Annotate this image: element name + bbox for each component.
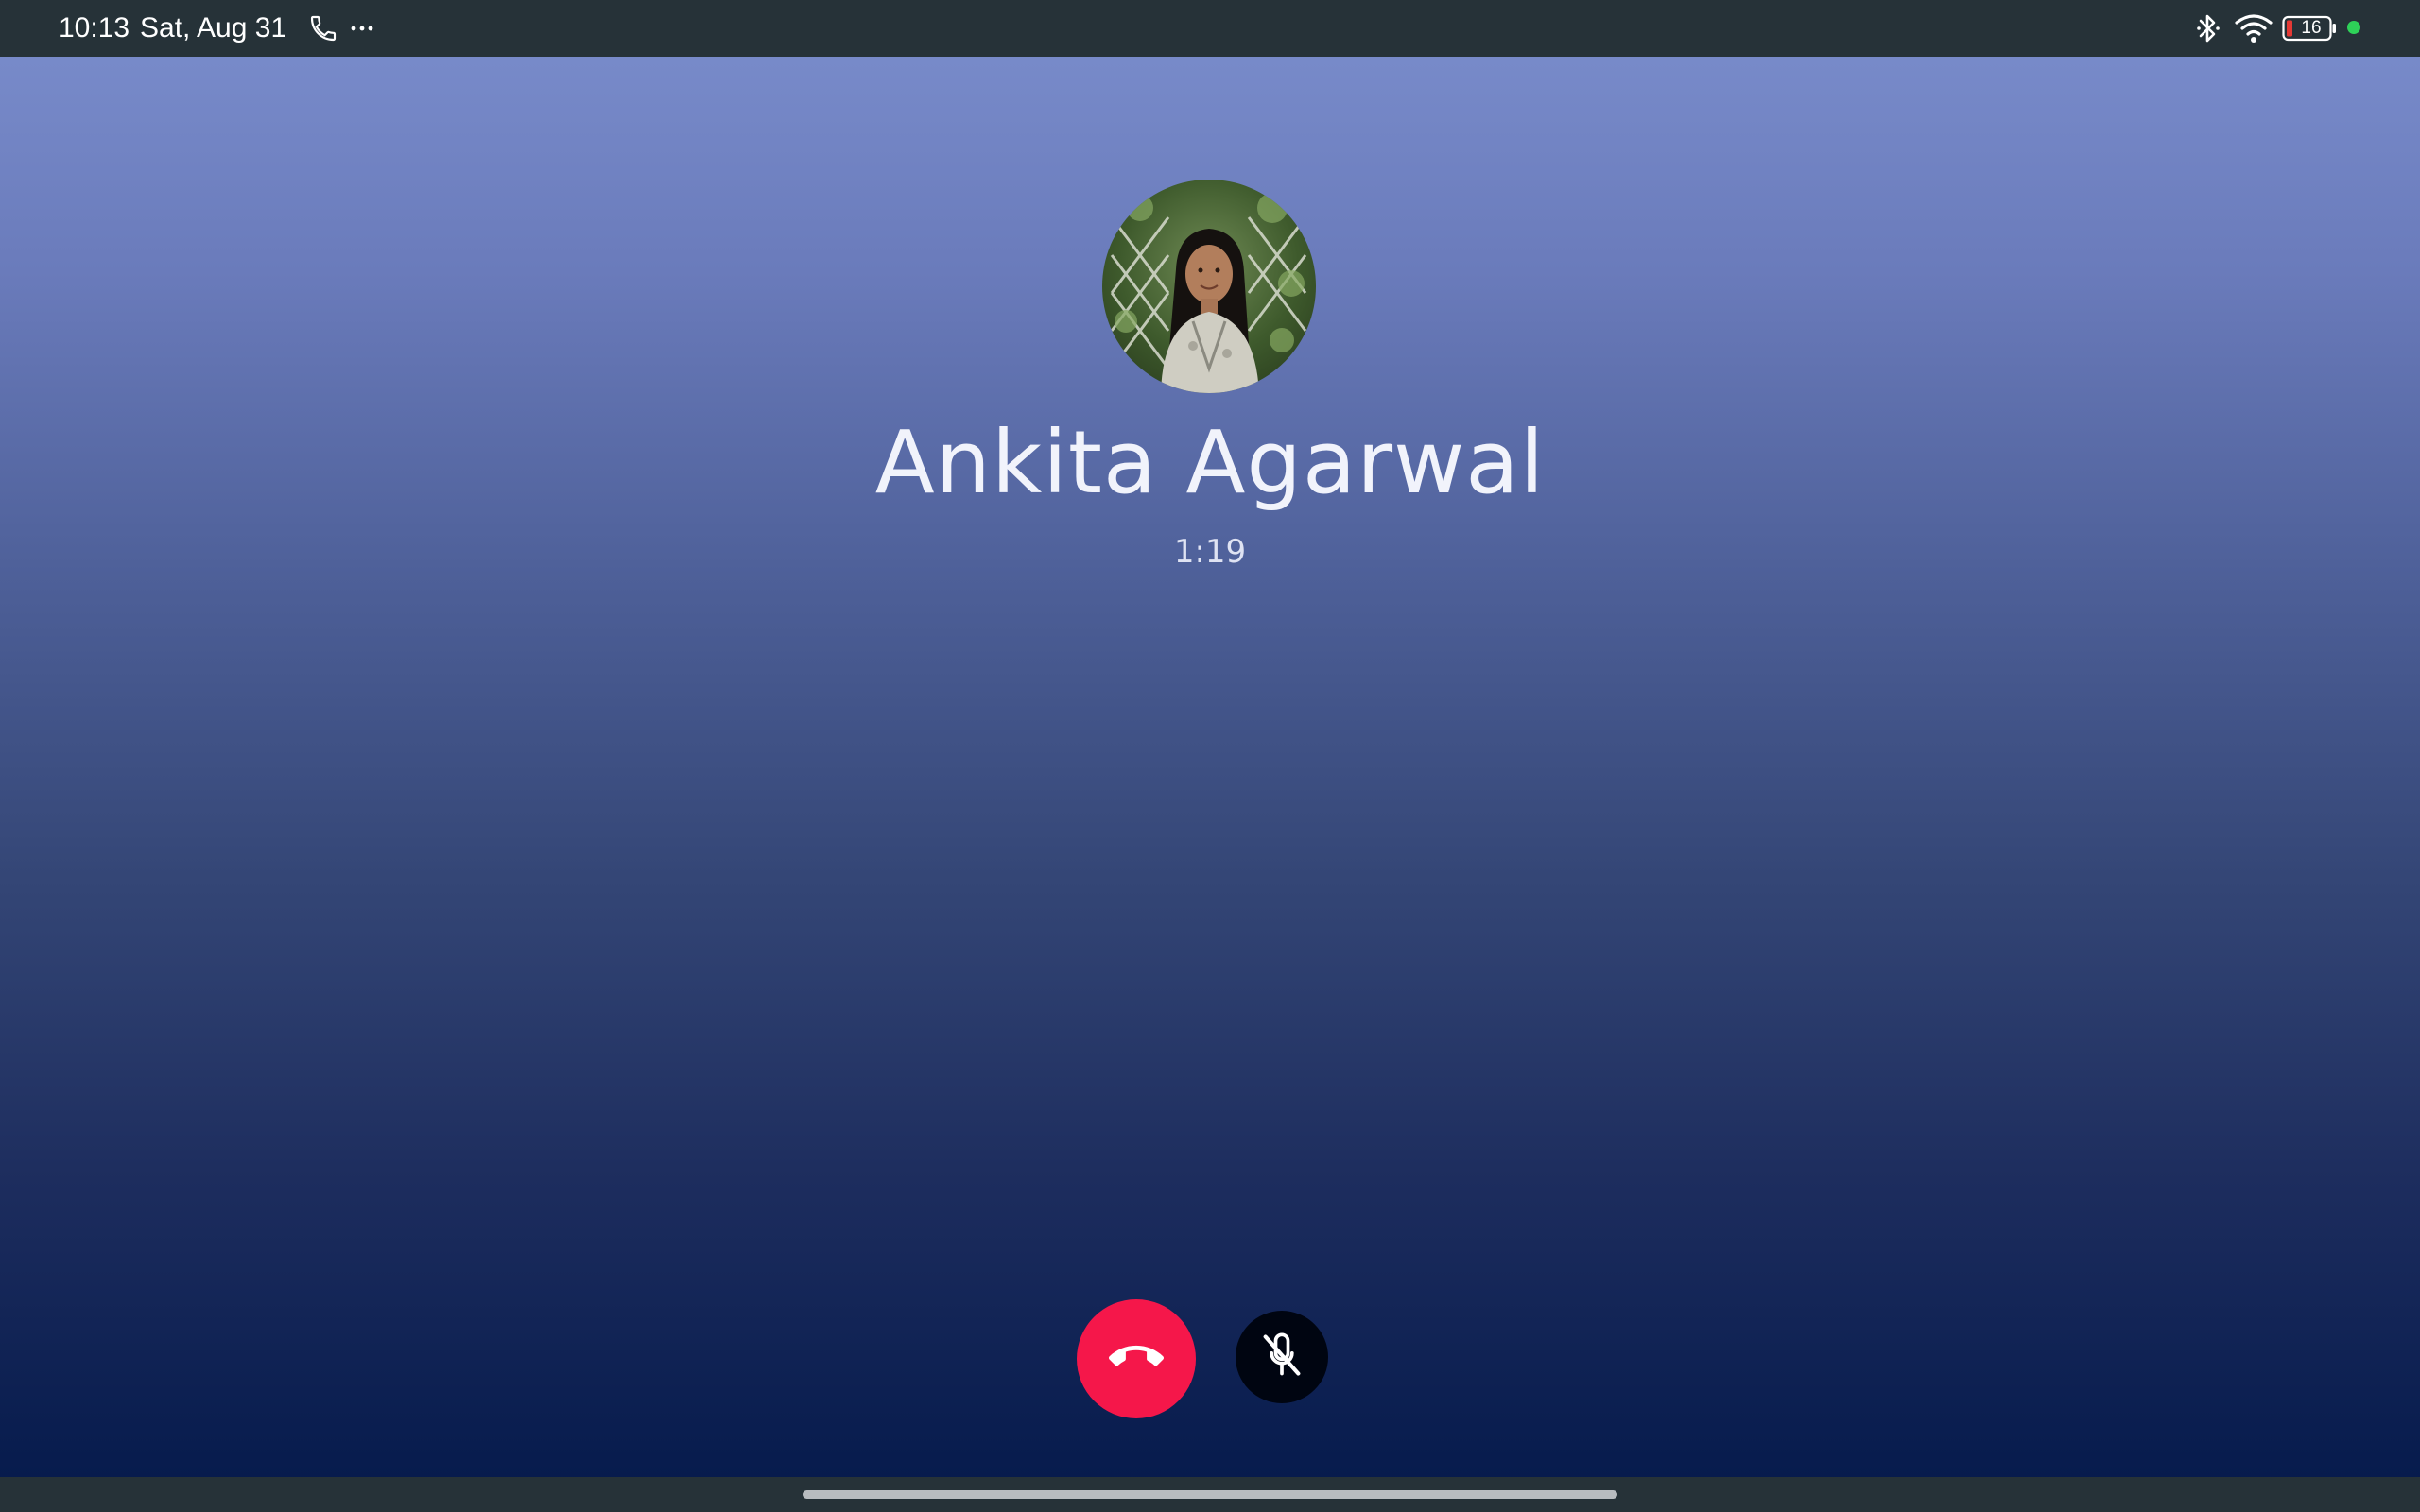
status-time: 10:13 [59,12,130,43]
more-notifications-icon [350,13,376,48]
bluetooth-icon [2195,11,2221,50]
status-bar: 10:13 Sat, Aug 31 16 [0,0,2420,57]
phone-call-icon [308,13,338,48]
battery-level: 16 [2301,18,2322,38]
mic-off-icon [1257,1331,1306,1384]
status-date: Sat, Aug 31 [140,12,287,43]
camera-privacy-indicator-icon [2347,21,2360,34]
mute-button[interactable] [1236,1311,1328,1403]
call-end-icon [1109,1330,1164,1389]
call-duration: 1:19 [1173,533,1247,571]
caller-avatar [1102,180,1316,393]
caller-name: Ankita Agarwal [874,412,1546,513]
home-gesture-handle[interactable] [803,1490,1617,1499]
end-call-button[interactable] [1077,1299,1196,1418]
call-screen: 10:13 Sat, Aug 31 16 Ankita Agarwal 1:19 [0,0,2420,1512]
wifi-icon [2235,13,2273,48]
